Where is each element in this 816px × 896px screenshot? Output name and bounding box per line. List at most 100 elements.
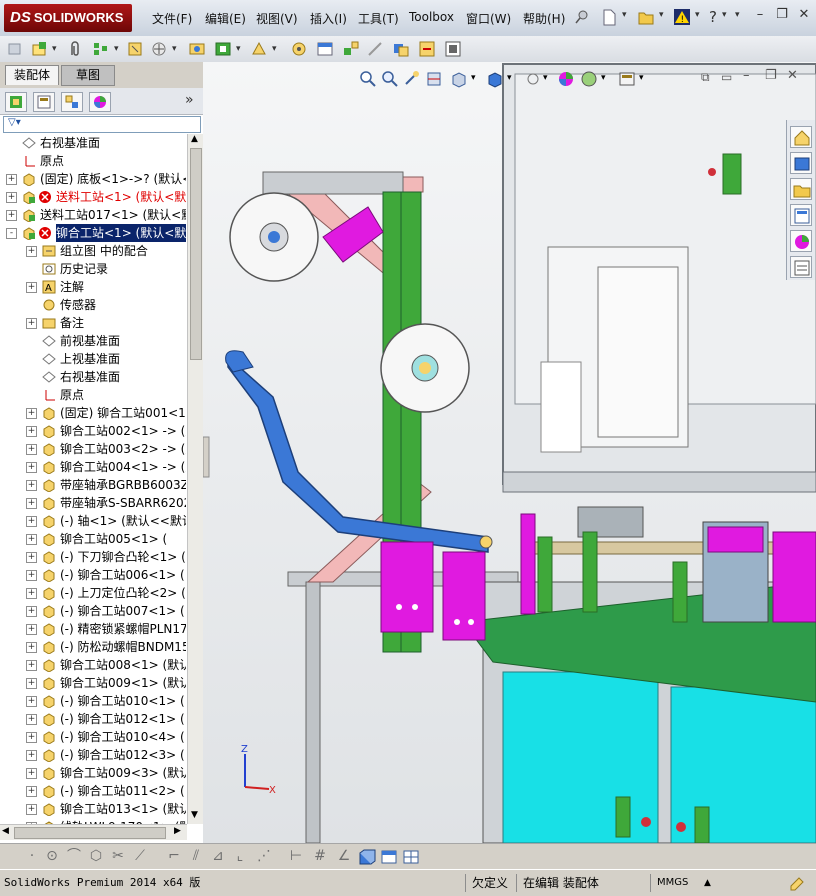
expand-node-icon[interactable]: +	[6, 192, 17, 203]
edit-appearance-icon[interactable]	[557, 70, 575, 88]
scene-dropdown-icon[interactable]: ▾	[601, 73, 606, 83]
appearances-scenes-icon[interactable]	[790, 230, 812, 252]
tree-item[interactable]: 原点	[0, 152, 186, 170]
view-orientation-icon[interactable]	[449, 70, 469, 88]
extend-icon[interactable]: ⟋	[132, 848, 148, 864]
tree-item[interactable]: + 铆合工站004<1> -> (默	[0, 458, 186, 476]
menu-file[interactable]: 文件(F)	[152, 10, 192, 27]
property-manager-tab-icon[interactable]	[33, 92, 55, 112]
pushpin-icon[interactable]	[574, 9, 590, 25]
expand-node-icon[interactable]: +	[26, 534, 37, 545]
tree-item[interactable]: 传感器	[0, 296, 186, 314]
close-window-icon[interactable]: ✕	[796, 7, 812, 23]
clearance-verification-icon[interactable]	[418, 40, 436, 58]
expand-node-icon[interactable]: +	[26, 606, 37, 617]
restore-window-icon[interactable]: ❐	[774, 7, 790, 23]
tree-item[interactable]: + (-) 铆合工站010<4> (	[0, 728, 186, 746]
expand-node-icon[interactable]: +	[26, 480, 37, 491]
toolbar-dropdown-icon[interactable]: ▾	[52, 44, 57, 54]
split-view-icon[interactable]: ⧉	[701, 70, 710, 85]
tree-item[interactable]: + (-) 精密锁紧螺帽PLN17	[0, 620, 186, 638]
scroll-right-icon[interactable]: ▶	[174, 826, 181, 836]
angle-icon[interactable]: ∠	[336, 848, 352, 864]
tree-item[interactable]: 原点	[0, 386, 186, 404]
tree-item[interactable]: + 铆合工站002<1> -> (默	[0, 422, 186, 440]
scroll-left-icon[interactable]: ◀	[2, 826, 9, 836]
unit-system[interactable]: MMGS	[650, 874, 688, 892]
expand-node-icon[interactable]: +	[26, 444, 37, 455]
filter-funnel-icon[interactable]: ▽▾	[8, 117, 21, 128]
expand-tabs-icon[interactable]: »	[185, 92, 194, 108]
pattern-dropdown-icon[interactable]: ▾	[114, 44, 119, 54]
tree-item[interactable]: + (-) 防松动螺帽BNDM15<	[0, 638, 186, 656]
expand-node-icon[interactable]: +	[26, 426, 37, 437]
sketch-fillet-icon[interactable]: ⌐	[166, 848, 182, 864]
new-dropdown-icon[interactable]: ▾	[622, 10, 627, 20]
scroll-up-icon[interactable]: ▲	[191, 134, 198, 144]
expand-node-icon[interactable]: +	[26, 696, 37, 707]
expand-node-icon[interactable]: +	[26, 678, 37, 689]
previous-view-icon[interactable]	[403, 70, 421, 88]
minimize-window-icon[interactable]: –	[752, 7, 768, 23]
bill-of-materials-icon[interactable]	[316, 40, 334, 58]
tree-item[interactable]: + 送料工站017<1> (默认<默	[0, 206, 186, 224]
menu-tools[interactable]: 工具(T)	[358, 10, 399, 27]
rebuild-dropdown-icon[interactable]: ▾	[695, 10, 700, 20]
tree-item[interactable]: + (-) 下刀铆合凸轮<1> (	[0, 548, 186, 566]
tree-item[interactable]: + 带座轴承S-SBARR6202ZZ	[0, 494, 186, 512]
features-dropdown-icon[interactable]: ▾	[236, 44, 241, 54]
view-settings-icon[interactable]	[617, 70, 637, 88]
custom-properties-icon[interactable]	[790, 256, 812, 278]
section-view-icon[interactable]	[425, 70, 443, 88]
expand-node-icon[interactable]: +	[26, 714, 37, 725]
expand-node-icon[interactable]: +	[26, 588, 37, 599]
new-document-icon[interactable]	[600, 8, 618, 26]
graphics-area[interactable]: Z X ▾ ▾ ▾ ▾ ▾ ⧉ ▭ – ❐ ✕	[203, 62, 816, 843]
tree-item[interactable]: + (固定) 底板<1>->? (默认<	[0, 170, 186, 188]
apply-scene-icon[interactable]	[579, 70, 599, 88]
arc-icon[interactable]: ⌒	[66, 848, 82, 864]
doc-close-icon[interactable]: ✕	[787, 68, 798, 83]
tree-horizontal-scrollbar[interactable]: ◀ ▶	[0, 824, 187, 840]
menu-help[interactable]: 帮助(H)	[523, 10, 565, 27]
open-dropdown-icon[interactable]: ▾	[659, 10, 664, 20]
expand-node-icon[interactable]: +	[26, 660, 37, 671]
quick-tips-icon[interactable]	[788, 874, 806, 892]
tree-item[interactable]: 历史记录	[0, 260, 186, 278]
expand-node-icon[interactable]: +	[26, 642, 37, 653]
tree-item[interactable]: + (-) 铆合工站012<3> (	[0, 746, 186, 764]
view-orientation-dropdown-icon[interactable]: ▾	[471, 73, 476, 83]
tree-vertical-scrollbar[interactable]: ▲ ▼	[187, 134, 203, 824]
expand-node-icon[interactable]: +	[26, 624, 37, 635]
tree-item[interactable]: 前视基准面	[0, 332, 186, 350]
options-dropdown-icon[interactable]: ▾	[735, 10, 740, 20]
view-settings-dropdown-icon[interactable]: ▾	[639, 73, 644, 83]
expand-node-icon[interactable]: +	[26, 498, 37, 509]
doc-restore-icon[interactable]: ❐	[765, 68, 777, 83]
view-palette-icon[interactable]	[790, 204, 812, 226]
polygon-icon[interactable]: ⬡	[88, 848, 104, 864]
file-explorer-icon[interactable]	[790, 178, 812, 200]
solidworks-resources-icon[interactable]	[790, 126, 812, 148]
tree-item[interactable]: + 备注	[0, 314, 186, 332]
menu-window[interactable]: 窗口(W)	[466, 10, 511, 27]
tile-view-icon[interactable]: ▭	[721, 70, 732, 84]
display-manager-tab-icon[interactable]	[89, 92, 111, 112]
menu-insert[interactable]: 插入(I)	[310, 10, 347, 27]
menu-view[interactable]: 视图(V)	[256, 10, 298, 27]
tree-item[interactable]: + 送料工站<1> (默认<默	[0, 188, 186, 206]
move-dropdown-icon[interactable]: ▾	[172, 44, 177, 54]
expand-node-icon[interactable]: +	[26, 552, 37, 563]
solidworks-logo[interactable]: DS SOLIDWORKS	[4, 4, 132, 32]
tree-item[interactable]: + 铆合工站009<1> (默认<	[0, 674, 186, 692]
tree-item[interactable]: + 铆合工站003<2> -> (默	[0, 440, 186, 458]
table-icon[interactable]	[402, 848, 420, 866]
tree-item[interactable]: 右视基准面	[0, 134, 186, 152]
unit-system-arrow-icon[interactable]: ▲	[704, 874, 711, 892]
open-folder-icon[interactable]	[637, 8, 655, 26]
tree-item[interactable]: + 组立图 中的配合	[0, 242, 186, 260]
tree-item[interactable]: + 铆合工站009<3> (默认<	[0, 764, 186, 782]
horizontal-scroll-thumb[interactable]	[14, 827, 166, 839]
show-hidden-components-icon[interactable]	[188, 40, 206, 58]
new-motion-study-icon[interactable]	[290, 40, 308, 58]
